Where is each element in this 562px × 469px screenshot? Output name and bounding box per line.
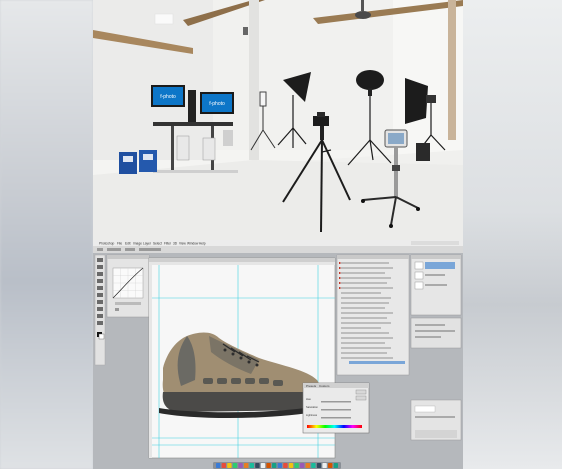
menu-item[interactable]: Window [187, 242, 199, 246]
dock-app-icon[interactable] [328, 463, 333, 468]
dock-app-icon[interactable] [244, 463, 249, 468]
cancel-button[interactable] [355, 395, 367, 401]
menu-item[interactable]: Select [153, 242, 162, 246]
dock-app-icon[interactable] [232, 463, 238, 468]
hue-slider[interactable] [321, 401, 351, 403]
dock-app-icon[interactable] [288, 463, 294, 468]
dock-app-icon[interactable] [249, 463, 254, 468]
dock-app-icon[interactable] [305, 463, 310, 468]
support-column [249, 0, 259, 160]
dock-app-icon[interactable] [255, 463, 260, 468]
monitor-label: f-photo [209, 101, 225, 107]
selected-history-state[interactable] [349, 361, 405, 364]
dock-app-icon[interactable] [294, 463, 299, 468]
blurred-background-right [463, 0, 562, 469]
dialog-tab-presets[interactable]: Presets [306, 384, 317, 388]
history-panel[interactable] [336, 254, 410, 376]
selected-layer[interactable] [425, 262, 455, 269]
menu-item[interactable]: 3D [173, 242, 178, 246]
ok-button[interactable] [355, 389, 367, 395]
dialog-tab-custom[interactable]: Custom [319, 384, 330, 388]
dock-app-icon[interactable] [277, 463, 282, 468]
slider-label: Lightness [306, 413, 318, 417]
dock-app-icon[interactable] [311, 463, 316, 468]
curves-panel[interactable] [106, 254, 150, 318]
dock-app-icon[interactable] [272, 463, 277, 468]
hue-saturation-dialog[interactable]: Presets Custom Hue Saturation Lightness [302, 382, 370, 434]
photoshop-screenshot: Photoshop File Edit Image Layer Select F… [93, 240, 463, 469]
equipment-case [119, 152, 137, 174]
menu-item[interactable]: File [117, 242, 122, 246]
menu-item[interactable]: View [179, 242, 187, 246]
info-panel[interactable] [410, 399, 462, 441]
blurred-background-left [0, 0, 93, 469]
monitor-label: f-photo [160, 94, 176, 100]
menu-item[interactable]: Filter [164, 242, 172, 246]
menu-item[interactable]: Help [199, 242, 206, 246]
dock-app-icon[interactable] [221, 463, 226, 468]
dock-app-icon[interactable] [260, 463, 266, 468]
studio-photo: f-photo f-photo [93, 0, 463, 240]
dock-app-icon[interactable] [227, 463, 232, 468]
dock-app-icon[interactable] [333, 463, 338, 468]
dock-app-icon[interactable] [283, 463, 288, 468]
equipment-case [139, 150, 157, 172]
menu-item[interactable]: Photoshop [99, 242, 114, 246]
hue-spectrum-bar [307, 425, 362, 428]
properties-panel[interactable] [410, 317, 462, 349]
slider-label: Hue [306, 397, 311, 401]
dock-app-icon[interactable] [300, 463, 305, 468]
dock-app-icon[interactable] [216, 463, 221, 468]
saturation-slider[interactable] [321, 409, 351, 411]
dock-app-icon[interactable] [322, 463, 327, 468]
lightness-slider[interactable] [321, 417, 351, 419]
dock-app-icon[interactable] [316, 463, 322, 468]
layers-panel[interactable] [410, 254, 462, 316]
ceiling-lamp [355, 11, 371, 19]
menu-item[interactable]: Image [133, 242, 142, 246]
slider-label: Saturation [306, 405, 318, 409]
menu-item[interactable]: Edit [125, 242, 131, 246]
menu-item[interactable]: Layer [143, 242, 152, 246]
dock-app-icon[interactable] [238, 463, 243, 468]
dock[interactable] [213, 462, 341, 469]
studio-scene: f-photo f-photo [93, 0, 463, 240]
dock-app-icon[interactable] [266, 463, 271, 468]
photoshop-window: Photoshop File Edit Image Layer Select F… [93, 240, 463, 469]
